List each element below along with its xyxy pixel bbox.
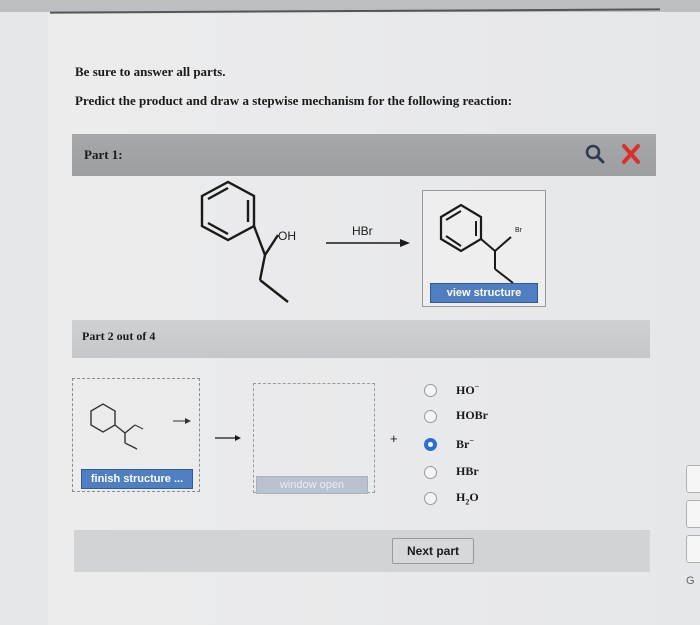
radio-hbr[interactable] (424, 466, 437, 479)
radio-h2o[interactable] (424, 492, 437, 505)
drawing-area-2[interactable]: window open (253, 383, 375, 494)
view-structure-button[interactable]: view structure (430, 283, 538, 303)
instruction-answer-all: Be sure to answer all parts. (75, 64, 226, 79)
side-tab-2[interactable] (686, 500, 700, 528)
close-icon[interactable] (620, 142, 642, 166)
option-h2o[interactable]: H2O (424, 488, 544, 510)
plus-sign: + (390, 431, 398, 446)
option-hbr[interactable]: HBr (424, 462, 544, 484)
radio-hobr[interactable] (424, 410, 437, 423)
side-tab-1[interactable] (686, 465, 700, 493)
option-ho[interactable]: HO− (424, 380, 544, 402)
part2-header: Part 2 out of 4 (72, 320, 650, 358)
step-arrow-icon (215, 435, 241, 441)
reagent-label: HBr (352, 224, 373, 238)
next-part-button[interactable]: Next part (392, 538, 474, 564)
part2-label: Part 2 out of 4 (82, 329, 156, 343)
option-h2o-label: H2O (456, 490, 479, 507)
option-br[interactable]: Br− (424, 434, 544, 456)
zoom-icon[interactable] (584, 143, 606, 165)
mini-structure (90, 403, 191, 450)
option-hbr-label: HBr (456, 464, 479, 478)
radio-br[interactable] (424, 438, 437, 451)
reactant-oh-label: OH (278, 229, 296, 243)
reaction-arrow-icon (326, 239, 410, 247)
part1-label: Part 1: (84, 147, 123, 162)
finish-structure-button[interactable]: finish structure ... (81, 469, 193, 489)
part1-header: Part 1: (72, 134, 656, 176)
side-letter: G (686, 575, 695, 587)
drawing-area-1[interactable]: finish structure ... (72, 378, 200, 492)
option-hobr-label: HOBr (456, 408, 488, 422)
option-hobr[interactable]: HOBr (424, 406, 544, 428)
window-open-button[interactable]: window open (256, 476, 368, 494)
option-ho-label: HO− (456, 382, 480, 397)
product-panel: Br view structure (422, 190, 546, 307)
option-br-label: Br− (456, 436, 474, 451)
instruction-predict: Predict the product and draw a stepwise … (75, 93, 513, 108)
radio-ho[interactable] (424, 384, 437, 397)
product-br-label: Br (515, 227, 522, 234)
footer-bar: Next part (74, 530, 650, 572)
side-tab-3[interactable] (686, 535, 700, 563)
